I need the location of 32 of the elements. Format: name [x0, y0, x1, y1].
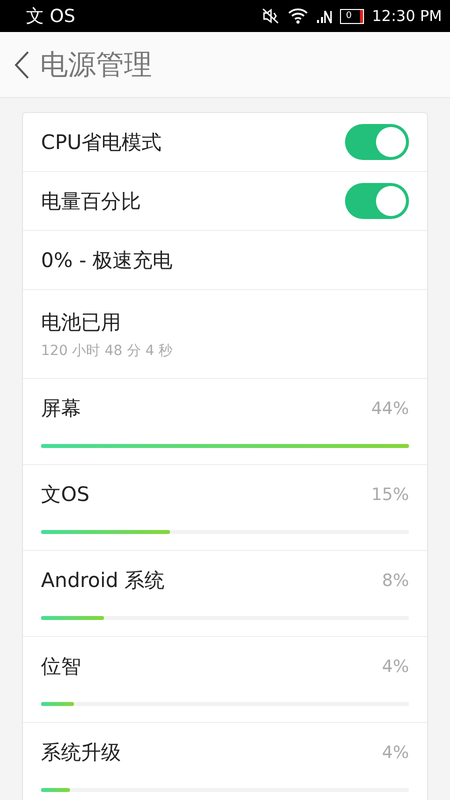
- wifi-icon: [288, 8, 308, 24]
- clock: 12:30 PM: [372, 7, 442, 25]
- battery-icon: 0: [340, 8, 364, 24]
- setting-row[interactable]: 电量百分比: [23, 172, 427, 231]
- app-name: 系统升级: [41, 739, 121, 766]
- usage-percent: 4%: [382, 742, 409, 762]
- carrier-label: 文 OS: [26, 5, 76, 28]
- setting-label: 电量百分比: [41, 188, 141, 214]
- charging-status: 0% - 极速充电: [41, 246, 173, 274]
- usage-percent: 15%: [371, 484, 409, 504]
- page-title: 电源管理: [40, 46, 152, 82]
- app-name: Android 系统: [41, 567, 165, 594]
- usage-percent: 8%: [382, 570, 409, 590]
- usage-row[interactable]: 系统升级 4%: [23, 723, 427, 800]
- usage-row[interactable]: 位智 4%: [23, 637, 427, 723]
- app-name: 文OS: [41, 481, 90, 508]
- usage-percent: 44%: [371, 398, 409, 418]
- app-name: 位智: [41, 653, 81, 680]
- battery-used-time: 120 小时 48 分 4 秒: [41, 342, 173, 360]
- usage-percent: 4%: [382, 656, 409, 676]
- usage-row[interactable]: 文OS 15%: [23, 465, 427, 551]
- toggle-switch[interactable]: [345, 183, 409, 219]
- setting-label: CPU省电模式: [41, 128, 162, 156]
- mute-icon: [262, 8, 280, 24]
- usage-row[interactable]: Android 系统 8%: [23, 551, 427, 637]
- back-icon[interactable]: [14, 50, 30, 78]
- setting-row[interactable]: CPU省电模式: [23, 113, 427, 172]
- signal-icon: [316, 8, 332, 24]
- app-name: 屏幕: [41, 395, 81, 422]
- usage-row[interactable]: 屏幕 44%: [23, 379, 427, 465]
- toggle-switch[interactable]: [345, 124, 409, 160]
- setting-label: 电池已用: [41, 308, 121, 336]
